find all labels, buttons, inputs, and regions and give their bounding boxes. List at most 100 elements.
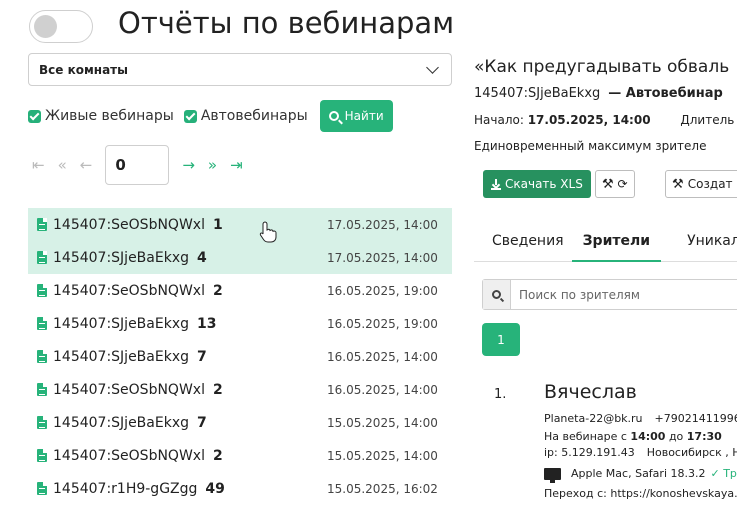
page-number-input[interactable]: 0 — [105, 145, 170, 185]
webinar-row[interactable]: 145407:SJjeBaEkxg 7 15.05.2025, 14:00 — [28, 406, 452, 439]
checkbox-checked-icon — [28, 109, 41, 123]
hammer-refresh-button[interactable]: ⚒ ⟳ — [595, 170, 635, 198]
document-icon — [37, 284, 47, 297]
webinar-date: 15.05.2025, 14:00 — [327, 415, 438, 430]
viewer-email: Planeta-22@bk.ru — [544, 412, 643, 425]
device-label: Apple Mac, Safari 18.3.2 — [571, 467, 706, 480]
document-icon — [37, 317, 47, 330]
document-icon — [37, 482, 47, 495]
search-icon — [328, 111, 339, 121]
webinar-id: 145407:r1H9-gGZgg — [53, 480, 198, 497]
hammer-icon: ⚒ — [602, 176, 614, 192]
hand-cursor-icon — [259, 221, 277, 243]
first-page-icon[interactable]: ⇤ — [32, 156, 45, 174]
find-button-label: Найти — [344, 109, 384, 123]
start-label: Начало: — [474, 113, 524, 127]
viewer-page-button[interactable]: 1 — [482, 323, 520, 356]
next-page-icon[interactable]: → — [182, 156, 195, 174]
webinar-row[interactable]: 145407:SeOSbNQWxl 2 16.05.2025, 19:00 — [28, 274, 452, 307]
attendance-to-word: до — [668, 430, 684, 443]
attendance-to: 17:30 — [686, 430, 722, 443]
room-select-value: Все комнаты — [39, 62, 128, 77]
webinar-id: 145407:SeOSbNQWxl — [53, 447, 205, 464]
webinar-date: 16.05.2025, 19:00 — [327, 316, 438, 331]
webinar-row[interactable]: 145407:r1H9-gGZgg 49 15.05.2025, 16:02 — [28, 472, 452, 505]
webinar-row[interactable]: 145407:SeOSbNQWxl 2 16.05.2025, 14:00 — [28, 373, 452, 406]
viewer-search-input[interactable] — [511, 287, 737, 302]
detail-tabs: Сведения Зрители Уникаль — [474, 226, 737, 262]
download-xls-button[interactable]: Скачать XLS — [483, 170, 591, 198]
webinar-id: 145407:SJjeBaEkxg — [53, 414, 189, 431]
viewer-ip: ip: 5.129.191.43 — [544, 446, 635, 459]
webinar-list: 145407:SeOSbNQWxl 1 17.05.2025, 14:00 1454… — [28, 208, 452, 505]
live-webinars-checkbox[interactable]: Живые вебинары — [28, 108, 174, 124]
monitor-icon — [544, 467, 561, 483]
document-icon — [37, 416, 47, 429]
webinar-date: 16.05.2025, 14:00 — [327, 382, 438, 397]
viewer-phone: +79021411996 — [654, 412, 737, 425]
viewer-count: 2 — [212, 381, 223, 398]
live-toggle[interactable] — [29, 10, 93, 43]
viewer-count: 4 — [197, 249, 207, 266]
webinar-start: Начало: 17.05.2025, 14:00 Длитель — [474, 113, 734, 127]
auto-webinars-checkbox[interactable]: Автовебинары — [183, 108, 308, 124]
webinar-id: 145407:SJjeBaEkxg — [53, 348, 189, 365]
webinar-date: 16.05.2025, 14:00 — [327, 349, 438, 364]
last-page-icon[interactable]: ⇥ — [230, 156, 243, 174]
webinar-row[interactable]: 145407:SJjeBaEkxg 7 16.05.2025, 14:00 — [28, 340, 452, 373]
refresh-icon: ⟳ — [613, 177, 628, 191]
viewer-name: Вячеслав — [544, 381, 637, 403]
page-title: Отчёты по вебинарам — [118, 6, 455, 40]
viewer-city: Новосибирск , Но — [646, 446, 737, 459]
viewer-device: Apple Mac, Safari 18.3.2 ✓ Тр — [544, 467, 737, 483]
webinar-detail-id: 145407:SJjeBaEkxg — [474, 86, 601, 101]
webinar-date: 15.05.2025, 14:00 — [327, 448, 438, 463]
attendance-from: 14:00 — [630, 430, 666, 443]
document-icon — [37, 251, 47, 264]
tab-unique[interactable]: Уникаль — [669, 226, 737, 262]
find-button[interactable]: Найти — [319, 100, 393, 132]
webinar-type: — Автовебинар — [608, 86, 723, 101]
webinar-date: 17.05.2025, 14:00 — [327, 250, 438, 265]
viewer-search — [482, 279, 737, 310]
webinar-id: 145407:SJjeBaEkxg — [53, 315, 189, 332]
prev-page-icon[interactable]: ← — [80, 156, 93, 174]
webinar-row[interactable]: 145407:SJjeBaEkxg 4 17.05.2025, 14:00 — [28, 241, 452, 274]
peak-viewers-label: Единовременный максимум зрителе — [474, 139, 707, 153]
live-webinars-label: Живые вебинары — [45, 108, 174, 124]
webinar-id: 145407:SJjeBaEkxg — [53, 249, 189, 266]
viewer-count: 49 — [205, 480, 225, 497]
pagination: ⇤ « ← 0 → » ⇥ — [32, 145, 243, 185]
viewer-count: 7 — [197, 348, 207, 365]
webinar-row[interactable]: 145407:SJjeBaEkxg 13 16.05.2025, 19:00 — [28, 307, 452, 340]
webinar-title: «Как предугадывать обваль — [474, 57, 730, 77]
tab-viewers[interactable]: Зрители — [571, 226, 662, 262]
download-xls-label: Скачать XLS — [505, 177, 583, 191]
room-select[interactable]: Все комнаты — [28, 53, 452, 86]
viewer-count: 7 — [197, 414, 207, 431]
search-icon — [483, 280, 511, 309]
checkbox-checked-icon — [183, 109, 197, 123]
viewer-count: 1 — [212, 216, 223, 233]
viewer-contacts: Planeta-22@bk.ru +79021411996 — [544, 412, 737, 425]
tab-info[interactable]: Сведения — [474, 226, 564, 262]
viewer-referrer: Переход с: https://konoshevskaya.g — [544, 487, 737, 500]
next-many-icon[interactable]: » — [208, 156, 217, 174]
create-button[interactable]: ⚒ Создат — [665, 170, 737, 198]
viewer-location: ip: 5.129.191.43 Новосибирск , Но — [544, 446, 737, 459]
auto-webinars-label: Автовебинары — [200, 108, 308, 124]
webinar-id: 145407:SeOSbNQWxl — [53, 381, 205, 398]
viewer-count: 2 — [212, 447, 223, 464]
device-status: ✓ Тр — [710, 467, 737, 480]
viewer-attendance: На вебинаре с 14:00 до 17:30 — [544, 430, 722, 443]
duration-label: Длитель — [680, 113, 735, 127]
filters-bar: Живые вебинары Автовебинары Найти — [28, 100, 393, 132]
webinar-row[interactable]: 145407:SeOSbNQWxl 1 17.05.2025, 14:00 — [28, 208, 452, 241]
webinar-row[interactable]: 145407:SeOSbNQWxl 2 15.05.2025, 14:00 — [28, 439, 452, 472]
download-icon — [491, 178, 501, 190]
webinar-meta: 145407:SJjeBaEkxg — Автовебинар — [474, 86, 723, 101]
viewer-count: 13 — [197, 315, 217, 332]
webinar-date: 17.05.2025, 14:00 — [327, 217, 438, 232]
prev-many-icon[interactable]: « — [58, 156, 67, 174]
document-icon — [37, 350, 47, 363]
